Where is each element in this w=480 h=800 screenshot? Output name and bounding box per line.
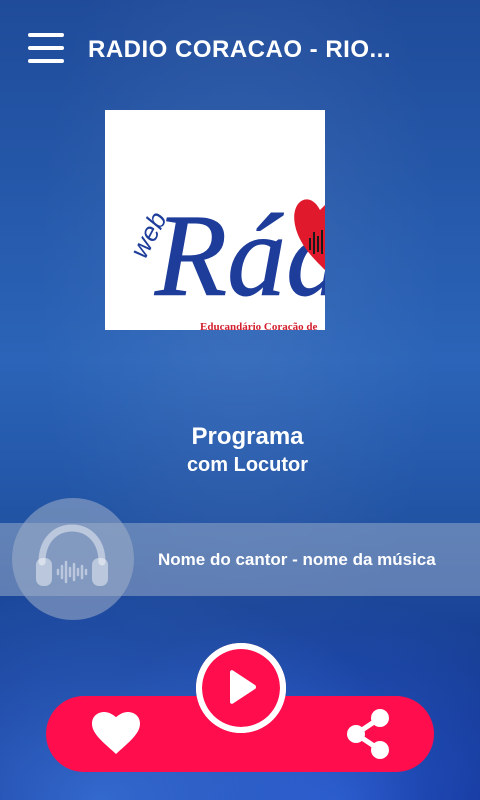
song-title: Nome do cantor - nome da música [158,550,436,569]
headphones-icon [34,522,110,592]
play-icon[interactable] [227,670,257,704]
program-subtitle: com Locutor [186,454,309,476]
app-bar: RADIO CORACAO - RIO... [0,0,480,100]
station-logo: web Rádi Educandário Coração de [105,110,325,330]
app-title: RADIO CORACAO - RIO... [88,36,391,63]
menu-icon[interactable] [28,33,64,65]
heart-icon[interactable] [92,712,140,756]
share-icon[interactable] [344,708,392,760]
svg-text:Educandário Coração de: Educandário Coração de [200,321,317,330]
radio-logo-image: web Rádi Educandário Coração de [105,110,325,330]
program-title: Programa [191,423,304,450]
